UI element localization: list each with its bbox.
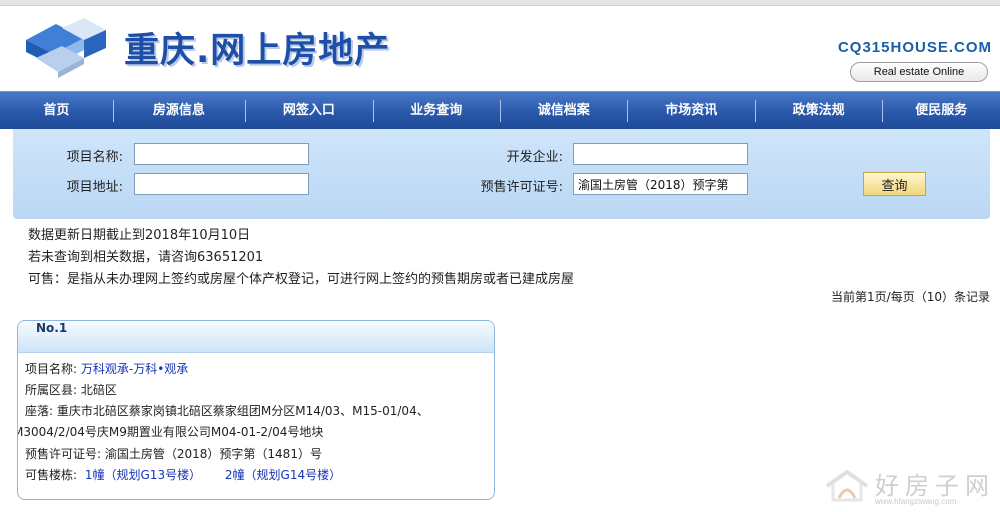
result-permit-value: 渝国土房管（2018）预字第（1481）号 [104, 447, 322, 461]
developer-input[interactable] [573, 143, 748, 165]
site-tagline: Real estate Online [850, 62, 988, 82]
nav-item-credit-records[interactable]: 诚信档案 [500, 92, 627, 130]
result-project-name-link[interactable]: 万科观承-万科•观承 [81, 362, 188, 376]
developer-label: 开发企业: [506, 150, 563, 165]
watermark-text: 好房子网 [875, 472, 995, 500]
result-district-value: 北碚区 [80, 383, 117, 397]
result-location-row: 座落: 重庆市北碚区蔡家岗镇北碚区蔡家组团M分区M14/03、M15-01/04… [25, 402, 429, 419]
result-buildings-label: 可售楼栋: [25, 468, 78, 482]
result-permit-label: 预售许可证号: [25, 447, 102, 461]
project-name-label: 项目名称: [66, 150, 123, 165]
result-number: No.1 [36, 321, 68, 335]
watermark-url: www.hfangziwang.com [875, 497, 957, 506]
nav-item-home[interactable]: 首页 [0, 92, 113, 130]
permit-input[interactable] [573, 173, 748, 195]
result-project-name-row: 项目名称: 万科观承-万科•观承 [25, 360, 188, 377]
result-location-label: 座落: [25, 404, 54, 418]
result-district-label: 所属区县: [25, 383, 78, 397]
building-link[interactable]: 2幢（规划G14号楼） [225, 468, 341, 482]
nav-item-listings[interactable]: 房源信息 [112, 92, 245, 130]
nav-item-policy[interactable]: 政策法规 [754, 92, 882, 130]
watermark: 好房子网 www.hfangziwang.com [823, 466, 993, 510]
house-icon [825, 470, 869, 502]
result-permit-row: 预售许可证号: 渝国土房管（2018）预字第（1481）号 [25, 445, 322, 462]
available-definition-note: 可售：是指从未办理网上签约或房屋个体产权登记，可进行网上签约的预售期房或者已建成… [28, 272, 575, 287]
result-location-continued: M3004/2/04号庆M9期置业有限公司M04-01-2/04号地块 [17, 425, 324, 439]
result-district-row: 所属区县: 北碚区 [25, 381, 117, 398]
site-title: 重庆.网上房地产 [124, 31, 391, 71]
site-header: 重庆.网上房地产 CQ315HOUSE.COM Real estate Onli… [0, 6, 1000, 91]
logo-icon [26, 18, 106, 78]
project-name-input[interactable] [134, 143, 309, 165]
nav-item-business-query[interactable]: 业务查询 [372, 92, 500, 130]
site-domain: CQ315HOUSE.COM [837, 39, 992, 56]
search-panel: 项目名称: 开发企业: 项目地址: 预售许可证号: 查询 [13, 129, 990, 219]
update-date-note: 数据更新日期截止到2018年10月10日 [28, 228, 251, 243]
pagination-info: 当前第1页/每页（10）条记录 [831, 290, 990, 304]
query-button[interactable]: 查询 [863, 172, 926, 196]
result-project-name-label: 项目名称: [25, 362, 78, 376]
nav-item-services[interactable]: 便民服务 [882, 92, 1000, 130]
project-address-input[interactable] [134, 173, 309, 195]
building-link[interactable]: 1幢（规划G13号楼） [85, 468, 201, 482]
result-location-value: 重庆市北碚区蔡家岗镇北碚区蔡家组团M分区M14/03、M15-01/04、 [56, 404, 429, 418]
contact-note: 若未查询到相关数据，请咨询63651201 [28, 250, 264, 265]
result-card: No.1 项目名称: 万科观承-万科•观承 所属区县: 北碚区 座落: 重庆市北… [17, 320, 495, 500]
nav-item-market-news[interactable]: 市场资讯 [627, 92, 754, 130]
main-nav: 首页 房源信息 网签入口 业务查询 诚信档案 市场资讯 政策法规 便民服务 [0, 91, 1000, 129]
result-card-header: No.1 [18, 321, 494, 353]
permit-label: 预售许可证号: [480, 180, 563, 195]
nav-item-online-signing[interactable]: 网签入口 [245, 92, 372, 130]
result-buildings-row: 可售楼栋: 1幢（规划G13号楼） 2幢（规划G14号楼） [25, 466, 341, 483]
project-address-label: 项目地址: [66, 180, 123, 195]
